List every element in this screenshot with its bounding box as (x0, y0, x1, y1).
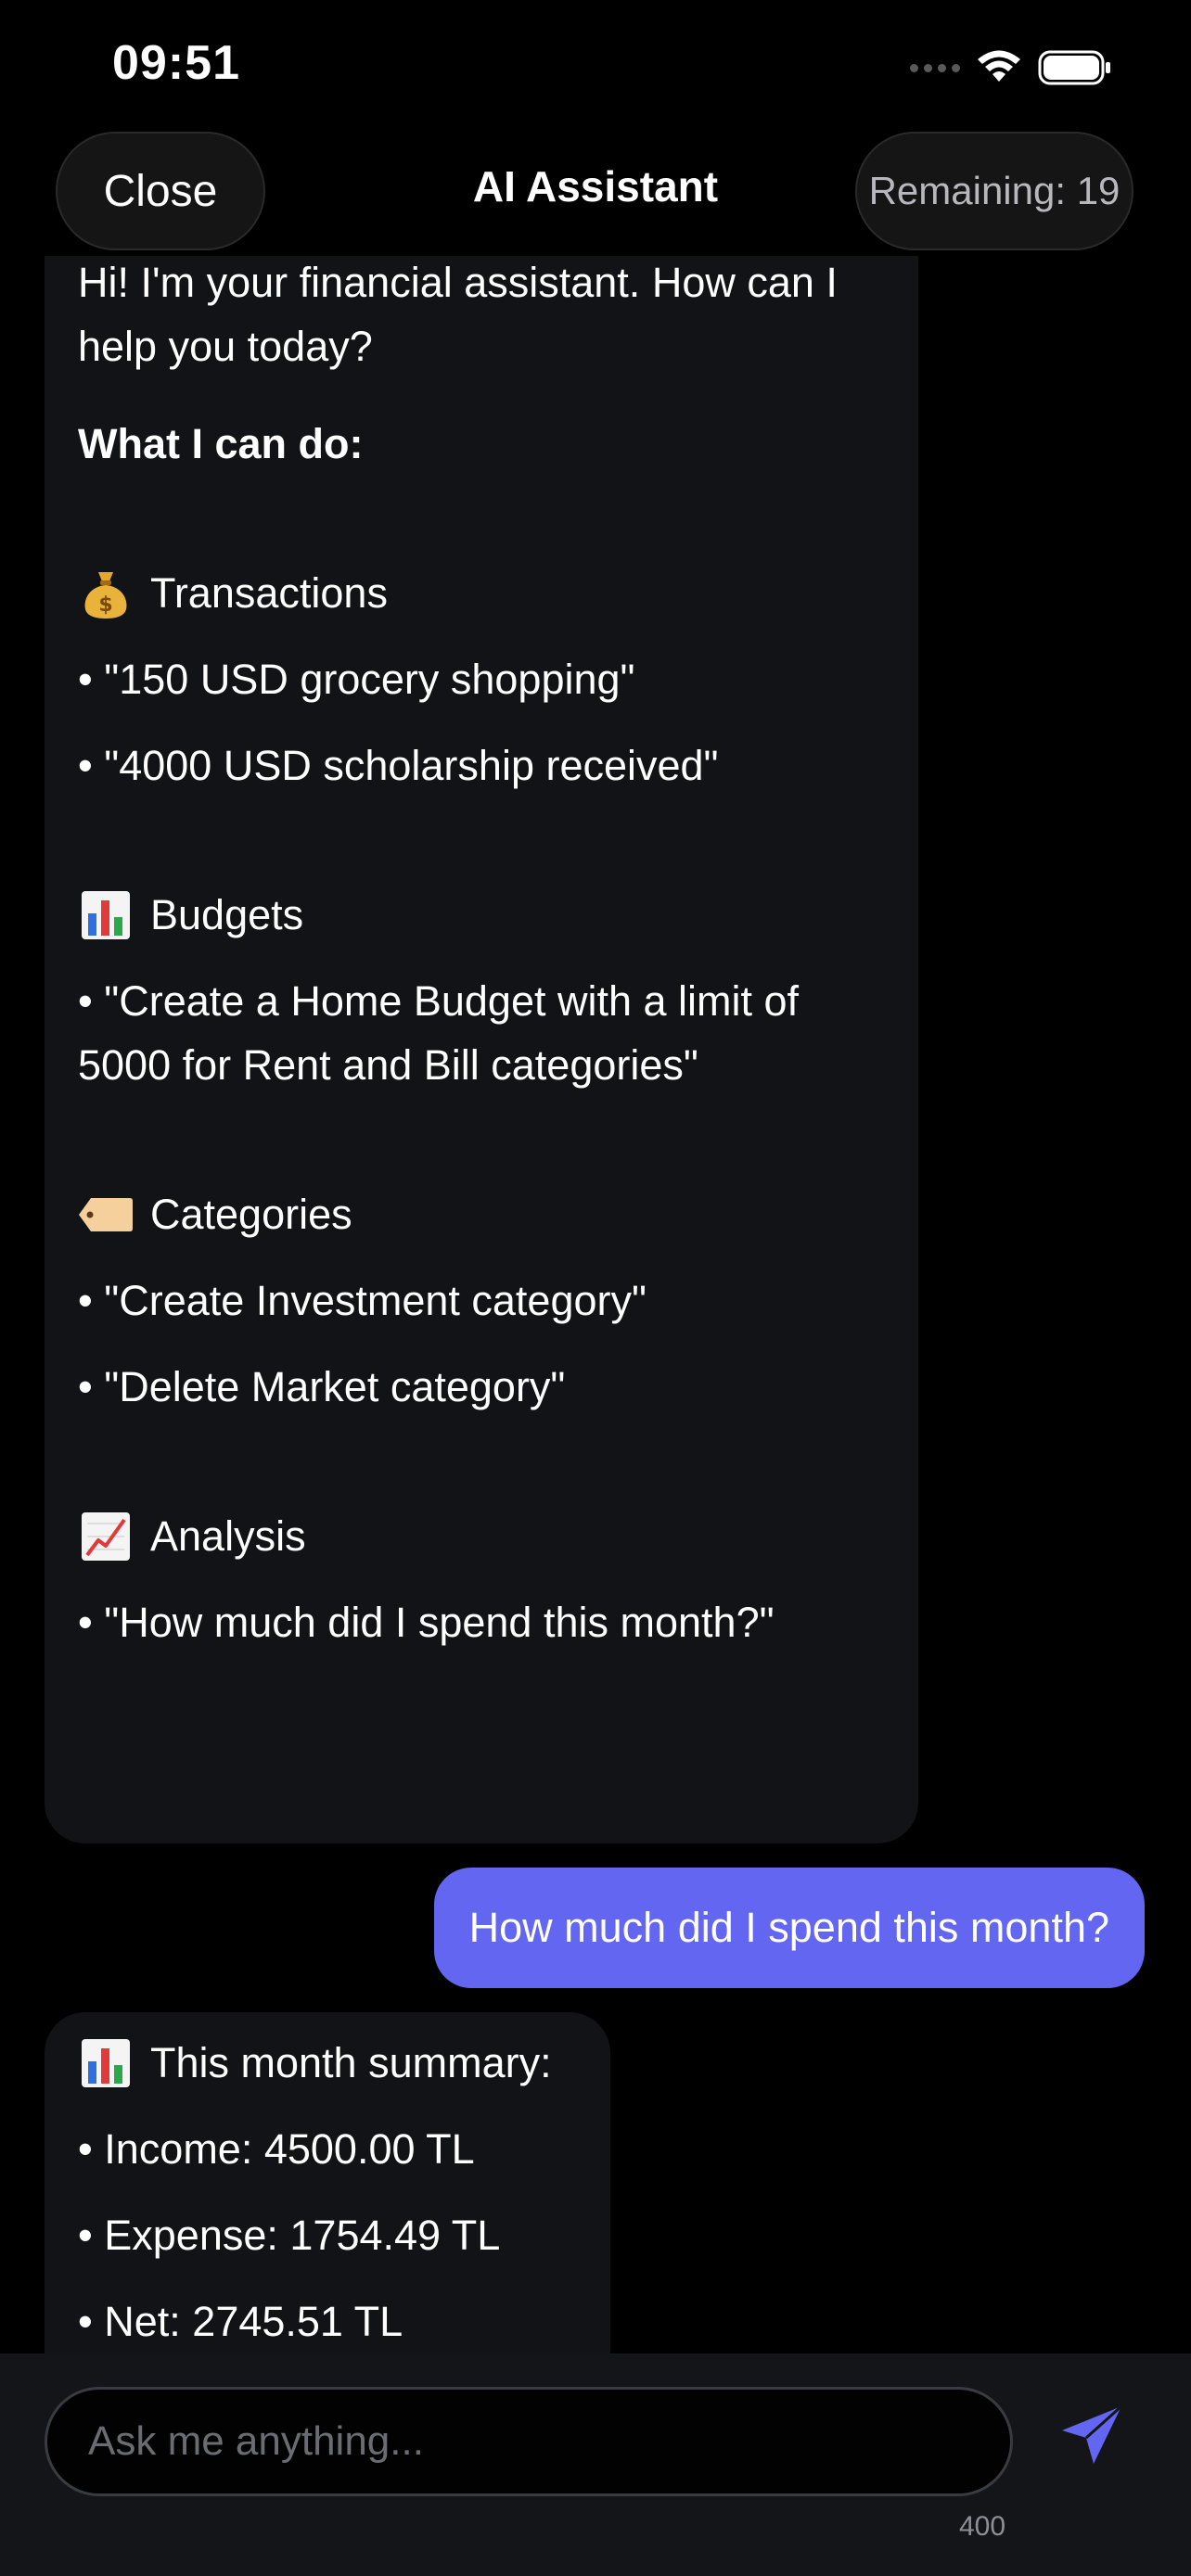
chat-area[interactable]: Hi! I'm your financial assistant. How ca… (0, 256, 1191, 2353)
wifi-icon (978, 50, 1020, 82)
example-item: • "Create Investment category" (78, 1277, 647, 1324)
example-item: • "How much did I spend this month?" (78, 1599, 775, 1646)
example-item: • "4000 USD scholarship received" (78, 742, 719, 789)
money-bag-icon: $ (78, 566, 134, 621)
message-input[interactable] (45, 2387, 1013, 2496)
capabilities-heading: What I can do: (78, 420, 364, 467)
status-icons (910, 45, 1112, 91)
section-transactions: $ Transactions • "150 USD grocery shoppi… (78, 561, 885, 797)
section-title: Categories (150, 1191, 352, 1238)
trending-up-chart-icon (78, 1509, 134, 1564)
battery-icon (1038, 50, 1110, 85)
section-heading: Budgets (78, 883, 885, 947)
example-item: • "Create a Home Budget with a limit of … (78, 977, 811, 1089)
label-tag-icon (78, 1187, 134, 1243)
section-analysis: Analysis • "How much did I spend this mo… (78, 1504, 885, 1654)
example-item: • "Delete Market category" (78, 1363, 566, 1410)
bar-chart-icon (78, 2035, 134, 2091)
section-heading: Categories (78, 1182, 885, 1246)
summary-title: This month summary: (150, 2039, 552, 2086)
send-button[interactable] (1050, 2394, 1133, 2478)
assistant-message-welcome: Hi! I'm your financial assistant. How ca… (45, 256, 918, 1843)
summary-heading: This month summary: (78, 2031, 577, 2095)
example-item: • "150 USD grocery shopping" (78, 656, 635, 703)
svg-text:$: $ (98, 593, 112, 617)
section-title: Budgets (150, 891, 304, 938)
welcome-intro: Hi! I'm your financial assistant. How ca… (78, 259, 850, 370)
summary-expense: • Expense: 1754.49 TL (78, 2212, 501, 2259)
status-bar: 09:51 (0, 0, 1191, 130)
summary-net: • Net: 2745.51 TL (78, 2298, 403, 2345)
section-heading: $ Transactions (78, 561, 885, 625)
remaining-count-badge: Remaining: 19 (855, 132, 1133, 250)
assistant-message-summary: This month summary: • Income: 4500.00 TL… (45, 2012, 610, 2353)
bar-chart-icon (78, 887, 134, 943)
section-categories: Categories • "Create Investment category… (78, 1182, 885, 1419)
section-title: Transactions (150, 569, 388, 617)
status-time: 09:51 (112, 36, 240, 90)
section-budgets: Budgets • "Create a Home Budget with a l… (78, 883, 885, 1097)
signal-icon (910, 63, 960, 72)
section-title: Analysis (150, 1512, 306, 1560)
composer-bar: 400 (0, 2353, 1191, 2576)
header: Close AI Assistant Remaining: 19 (0, 130, 1191, 256)
user-message: How much did I spend this month? (433, 1868, 1145, 1988)
char-limit-counter: 400 (959, 2511, 1006, 2542)
summary-income: • Income: 4500.00 TL (78, 2125, 475, 2173)
send-arrow-icon (1062, 2404, 1123, 2464)
section-heading: Analysis (78, 1504, 885, 1568)
